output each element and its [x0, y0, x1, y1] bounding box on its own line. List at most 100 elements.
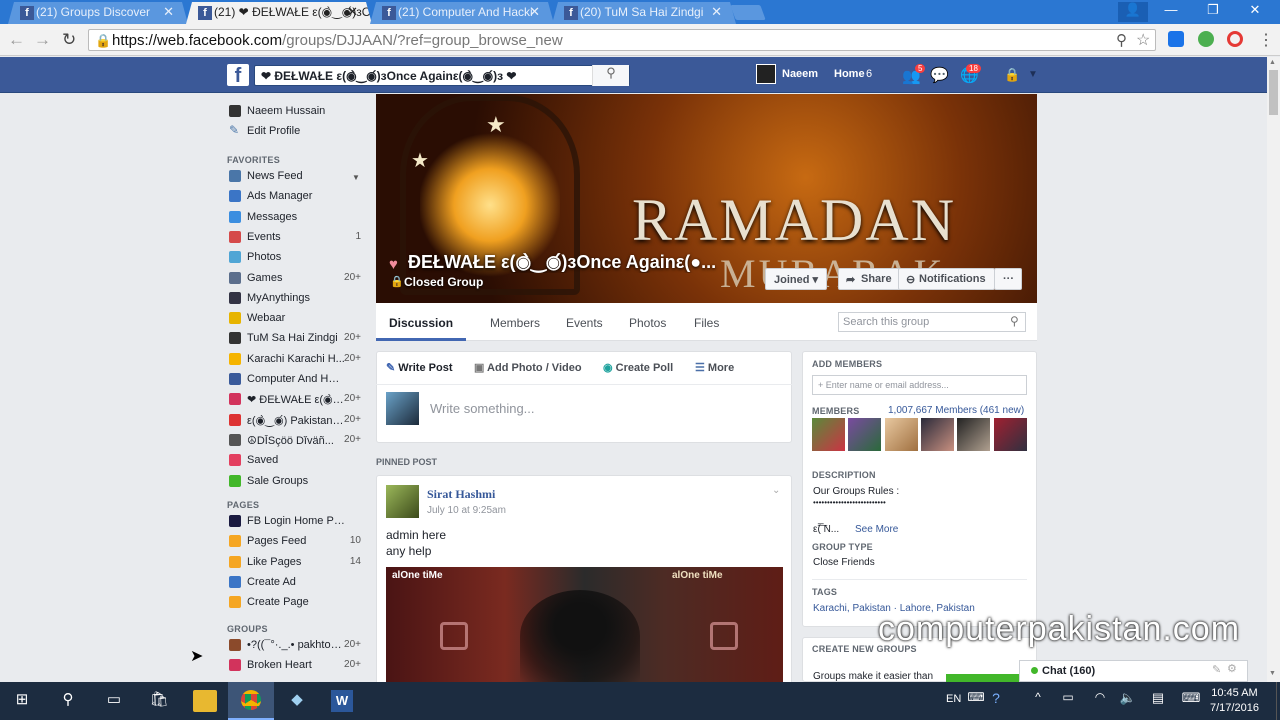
group-name[interactable]: ĐEŁWAŁE ε(◉̀‿◉́)зOnce Againε(●... — [408, 252, 738, 273]
search-icon[interactable]: ⚲ — [56, 690, 80, 712]
wifi-icon[interactable]: ◠ — [1088, 690, 1112, 712]
facebook-search-input[interactable]: ❤ ĐEŁWAŁE ε(◉̀‿◉́)зOnce Againε(◉̀‿◉́)з ❤ — [254, 65, 630, 86]
account-menu-icon[interactable]: ▼ — [1028, 69, 1038, 80]
notifications-button[interactable]: ⊖ Notifications — [898, 268, 995, 290]
chevron-up-icon[interactable]: ^ — [1026, 690, 1050, 712]
file-explorer-icon[interactable] — [193, 690, 217, 712]
search-icon[interactable]: ⚲ — [592, 65, 629, 86]
facebook-logo[interactable]: f — [227, 64, 249, 87]
bookmark-star-icon[interactable]: ☆ — [1136, 30, 1150, 50]
browser-tab[interactable]: f (20) TuM Sa Hai Zindgi ✕ — [552, 2, 736, 24]
joined-button[interactable]: Joined ▾ — [765, 268, 828, 290]
sidebar-item[interactable]: •?((¯°·._.• pakhtoo... 20+ — [225, 637, 365, 655]
language-indicator[interactable]: EN — [946, 693, 961, 705]
back-icon[interactable]: ← — [8, 30, 25, 50]
member-avatar[interactable] — [921, 418, 954, 451]
sidebar-item[interactable]: ☮DĪSçöö Dĭväñ... 20+ — [225, 432, 365, 450]
sidebar-item[interactable]: ε(◉̀‿◉́) Pakistan ε(◉̀‿◉́)20+ — [225, 412, 365, 430]
sidebar-item[interactable]: Photos — [225, 249, 365, 267]
member-avatar[interactable] — [957, 418, 990, 451]
menu-icon[interactable]: ⋮ — [1258, 30, 1274, 50]
show-desktop-button[interactable] — [1276, 682, 1280, 720]
browser-tab[interactable]: f (21) Computer And Hacki ✕ — [370, 2, 554, 24]
see-more-link[interactable]: See More — [855, 524, 898, 535]
avatar[interactable] — [386, 485, 419, 518]
privacy-shortcuts-icon[interactable]: 🔒 — [1004, 67, 1020, 83]
maximize-button[interactable]: ❐ — [1198, 2, 1228, 22]
tab-events[interactable]: Events — [566, 316, 603, 330]
task-view-icon[interactable]: ▭ — [102, 690, 126, 712]
sidebar-item[interactable]: Saved — [225, 452, 365, 470]
zoom-icon[interactable]: ⚲ — [1116, 31, 1127, 49]
write-something-input[interactable]: Write something... — [430, 401, 535, 416]
close-tab-icon[interactable]: ✕ — [347, 4, 358, 20]
add-members-input[interactable]: + Enter name or email address... — [812, 375, 1027, 395]
member-avatar[interactable] — [812, 418, 845, 451]
extension-icon[interactable] — [1168, 31, 1184, 47]
sidebar-item[interactable]: Events 1 — [225, 229, 365, 247]
notification-center-icon[interactable]: ▤ — [1146, 690, 1170, 712]
sidebar-item[interactable]: Games 20+ — [225, 270, 365, 288]
sidebar-item[interactable]: Like Pages 14 — [225, 554, 365, 572]
close-tab-icon[interactable]: ✕ — [529, 4, 540, 20]
sidebar-item[interactable]: TuM Sa Hai Zindgi 20+ — [225, 330, 365, 348]
sidebar-item[interactable]: Create Page — [225, 594, 365, 612]
member-avatar[interactable] — [994, 418, 1027, 451]
tab-files[interactable]: Files — [694, 316, 719, 330]
sidebar-item[interactable]: Pages Feed 10 — [225, 533, 365, 551]
battery-icon[interactable]: ▭ — [1056, 690, 1080, 712]
help-icon[interactable]: ? — [984, 690, 1008, 712]
close-tab-icon[interactable]: ✕ — [163, 4, 174, 20]
home-link[interactable]: Home — [834, 68, 865, 80]
taskbar-clock[interactable]: 10:45 AM 7/17/2016 — [1210, 686, 1259, 716]
group-search-input[interactable]: Search this group — [838, 312, 1026, 332]
member-avatar[interactable] — [885, 418, 918, 451]
profile-link[interactable]: Naeem Hussain — [225, 103, 365, 121]
more-options-button[interactable]: ··· — [994, 268, 1022, 290]
caret-down-icon[interactable]: ▼ — [352, 173, 360, 182]
keyboard-icon[interactable]: ⌨ — [1179, 690, 1203, 712]
search-icon[interactable]: ⚲ — [1010, 314, 1019, 328]
scrollbar[interactable] — [1267, 57, 1280, 682]
extension-icon[interactable] — [1198, 31, 1214, 47]
sidebar-item[interactable]: ❤ ĐEŁWAŁE ε(◉̀‿... 20+ — [225, 391, 365, 409]
scroll-down-icon[interactable]: ▼ — [1269, 670, 1276, 677]
volume-icon[interactable]: 🔈 — [1116, 690, 1140, 712]
sidebar-item[interactable]: Messages — [225, 209, 365, 227]
post-timestamp[interactable]: July 10 at 9:25am — [427, 505, 506, 516]
new-tab-button[interactable] — [730, 5, 766, 20]
post-author[interactable]: Sirat Hashmi — [427, 487, 495, 502]
tab-members[interactable]: Members — [490, 316, 540, 330]
sidebar-item[interactable]: Webaar — [225, 310, 365, 328]
close-window-button[interactable]: ✕ — [1240, 2, 1270, 22]
forward-icon[interactable]: → — [34, 30, 51, 50]
scrollbar-thumb[interactable] — [1269, 70, 1278, 115]
word-icon[interactable]: W — [331, 690, 353, 712]
edit-profile-link[interactable]: ✎ Edit Profile — [225, 123, 365, 141]
more-button[interactable]: ☰ More — [695, 361, 734, 374]
scroll-up-icon[interactable]: ▲ — [1269, 59, 1276, 66]
minimize-button[interactable]: — — [1156, 2, 1186, 22]
add-photo-button[interactable]: ▣ Add Photo / Video — [474, 361, 582, 374]
sidebar-item[interactable]: News Feed — [225, 168, 365, 186]
chevron-down-icon[interactable]: ⌄ — [772, 485, 780, 496]
sidebar-item[interactable]: FB Login Home Page — [225, 513, 365, 531]
compose-icon[interactable]: ✎ — [1212, 663, 1221, 676]
write-post-button[interactable]: ✎ Write Post — [386, 361, 452, 374]
windows-start-icon[interactable]: ⊞ — [10, 690, 34, 712]
profile-link[interactable]: Naeem — [782, 68, 818, 80]
share-button[interactable]: ➦ Share — [838, 268, 901, 290]
app-icon[interactable]: ◆ — [285, 690, 309, 712]
tab-discussion[interactable]: Discussion — [389, 316, 453, 330]
store-icon[interactable]: 🛍 — [147, 690, 171, 712]
profile-icon[interactable]: 👤 — [1118, 2, 1148, 22]
sidebar-item[interactable]: MyAnythings — [225, 290, 365, 308]
close-tab-icon[interactable]: ✕ — [711, 4, 722, 20]
create-group-button[interactable] — [946, 674, 1026, 682]
opera-icon[interactable] — [1227, 31, 1243, 47]
messages-icon[interactable]: 💬 — [930, 66, 949, 84]
members-count-link[interactable]: 1,007,667 Members (461 new) — [888, 405, 1024, 416]
sidebar-item[interactable]: Ads Manager — [225, 188, 365, 206]
sidebar-item[interactable]: Broken Heart 20+ — [225, 657, 365, 675]
avatar[interactable] — [756, 64, 776, 84]
